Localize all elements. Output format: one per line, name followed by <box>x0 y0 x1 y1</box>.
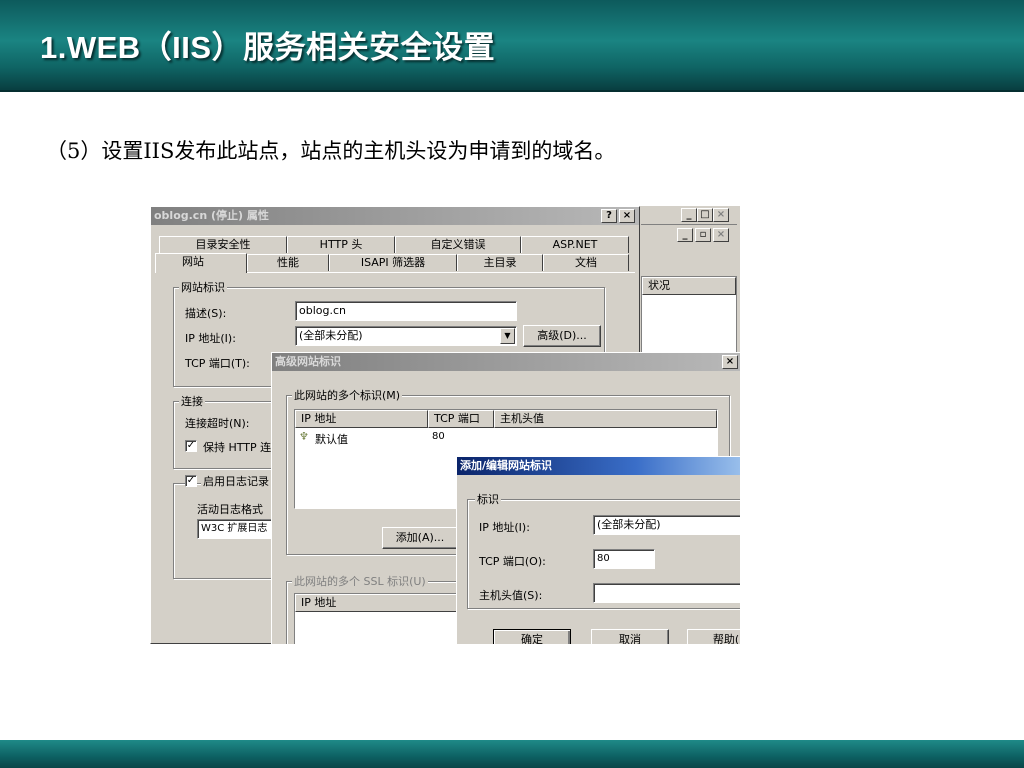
active-log-format-label: 活动日志格式 <box>197 503 263 516</box>
ok-button[interactable]: 确定 <box>493 629 571 644</box>
tab-performance[interactable]: 性能 <box>247 254 329 271</box>
ip-address-select[interactable]: (全部未分配) ▼ <box>295 326 517 346</box>
list-item[interactable]: ♆ 默认值 80 <box>297 430 715 446</box>
description-field[interactable]: oblog.cn <box>295 301 517 321</box>
slide-body-text: （5）设置IIS发布此站点，站点的主机头设为申请到的域名。 <box>46 139 616 163</box>
iis-screenshot: _ □ × _ ▫ × 状况 oblog.cn (停止) 属性 ? × 目录安全… <box>150 206 740 644</box>
tab-website[interactable]: 网站 <box>155 253 247 273</box>
host-header-label: 主机头值(S): <box>479 589 543 602</box>
advanced-button[interactable]: 高级(D)... <box>523 325 601 347</box>
column-header-port[interactable]: TCP 端口 <box>428 410 494 428</box>
minimize-button[interactable]: _ <box>681 208 697 222</box>
help-button[interactable]: 帮助( <box>687 629 740 644</box>
tab-documents[interactable]: 文档 <box>543 254 629 271</box>
edit-identification-dialog: 添加/编辑网站标识 标识 IP 地址(I): (全部未分配) TCP 端口(O)… <box>456 456 740 644</box>
dialog-title: 添加/编辑网站标识 <box>460 459 553 472</box>
chevron-down-icon[interactable]: ▼ <box>500 328 515 344</box>
close-button[interactable]: × <box>619 209 635 223</box>
help-button[interactable]: ? <box>601 209 617 223</box>
multiple-identities-label: 此网站的多个标识(M) <box>292 387 403 403</box>
column-header-ip[interactable]: IP 地址 <box>295 410 428 428</box>
connection-timeout-label: 连接超时(N): <box>185 417 250 430</box>
maximize-button[interactable]: □ <box>697 208 713 222</box>
ip-address-label: IP 地址(I): <box>185 332 236 345</box>
tab-directory-security[interactable]: 目录安全性 <box>159 236 287 253</box>
ip-address-value: (全部未分配) <box>299 329 363 342</box>
close-button[interactable]: × <box>722 355 738 369</box>
identification-label: 标识 <box>475 491 501 507</box>
enable-logging-checkbox[interactable]: ✓ <box>185 475 197 487</box>
slide-title: 1.WEB（IIS）服务相关安全设置 <box>40 30 496 65</box>
keep-alive-label: 保持 HTTP 连 <box>203 441 272 454</box>
enable-logging-label: 启用日志记录 <box>201 473 271 489</box>
ssl-identities-label: 此网站的多个 SSL 标识(U) <box>292 573 428 589</box>
network-icon: ♆ <box>299 430 309 443</box>
identity-ip: 默认值 <box>315 433 348 446</box>
identity-port: 80 <box>432 431 445 442</box>
dialog-titlebar: 添加/编辑网站标识 <box>457 457 740 475</box>
description-label: 描述(S): <box>185 307 227 320</box>
minimize-button[interactable]: _ <box>677 228 693 242</box>
tab-custom-errors[interactable]: 自定义错误 <box>395 236 521 253</box>
cancel-button[interactable]: 取消 <box>591 629 669 644</box>
add-identity-button[interactable]: 添加(A)... <box>382 527 458 549</box>
tab-http-headers[interactable]: HTTP 头 <box>287 236 395 253</box>
tcp-port-field[interactable]: 80 <box>593 549 655 569</box>
column-header-status[interactable]: 状况 <box>642 277 736 295</box>
column-header-host[interactable]: 主机头值 <box>494 410 717 428</box>
restore-button[interactable]: ▫ <box>695 228 711 242</box>
tcp-port-label: TCP 端口(O): <box>479 555 546 568</box>
ip-address-select[interactable]: (全部未分配) <box>593 515 740 535</box>
tcp-port-label: TCP 端口(T): <box>185 357 250 370</box>
tab-home-directory[interactable]: 主目录 <box>457 254 543 271</box>
dialog-titlebar: 高级网站标识 <box>272 353 740 371</box>
site-identification-label: 网站标识 <box>179 279 227 295</box>
close-button[interactable]: × <box>713 228 729 242</box>
tab-aspnet[interactable]: ASP.NET <box>521 236 629 253</box>
dialog-titlebar: oblog.cn (停止) 属性 <box>151 207 639 225</box>
dialog-title: 高级网站标识 <box>275 355 341 368</box>
close-button[interactable]: × <box>713 208 729 222</box>
ip-address-label: IP 地址(I): <box>479 521 530 534</box>
keep-alive-checkbox[interactable]: ✓ <box>185 440 197 452</box>
slide-header-band: 1.WEB（IIS）服务相关安全设置 <box>0 0 1024 92</box>
host-header-field[interactable] <box>593 583 740 603</box>
dialog-title: oblog.cn (停止) 属性 <box>154 209 269 222</box>
connections-label: 连接 <box>179 393 205 409</box>
toolbar-divider <box>641 224 737 225</box>
slide-footer-band <box>0 740 1024 768</box>
tab-isapi-filters[interactable]: ISAPI 筛选器 <box>329 254 457 271</box>
